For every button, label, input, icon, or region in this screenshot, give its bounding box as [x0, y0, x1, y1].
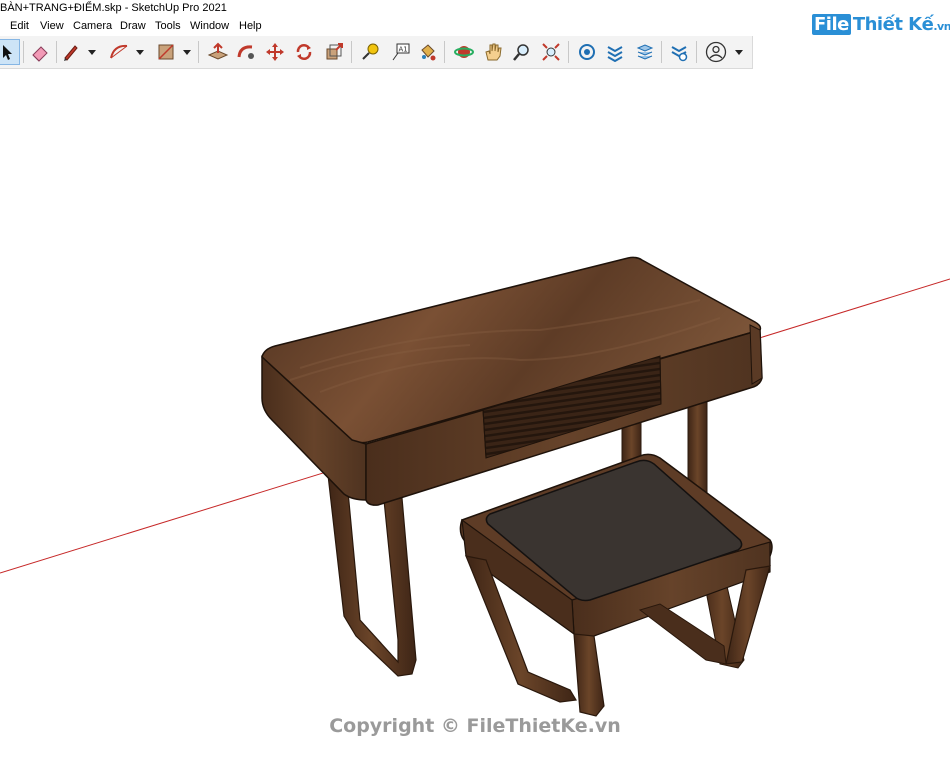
select-tool-button[interactable]: [0, 39, 20, 65]
pencil-icon: [64, 45, 78, 61]
menu-tools[interactable]: Tools: [155, 20, 181, 32]
arrow-cursor-icon: [3, 45, 12, 60]
scale-tool-button[interactable]: [321, 39, 347, 65]
arc-tool-caret[interactable]: [136, 50, 144, 55]
eraser-tool-button[interactable]: [27, 39, 53, 65]
title-bar: BÀN+TRANG+ĐIỂM.skp - SketchUp Pro 2021: [0, 0, 950, 18]
paint-bucket-icon: [421, 44, 436, 61]
zoom-extents-tool-button[interactable]: [538, 39, 564, 65]
move-icon: [266, 43, 284, 61]
zoom-extents-icon: [542, 43, 560, 61]
main-toolbar: A1: [0, 36, 753, 69]
filethietke-logo: File Thiết Kế.vn: [812, 14, 950, 35]
copyright-watermark: Copyright © FileThietKe.vn: [329, 715, 621, 737]
pan-tool-button[interactable]: [480, 39, 506, 65]
stool-leg-front-mid: [573, 633, 605, 717]
push-pull-tool-button[interactable]: [205, 39, 231, 65]
tape-measure-icon: [362, 43, 379, 60]
3d-warehouse-button[interactable]: [574, 39, 600, 65]
shapes-tool-button[interactable]: [153, 39, 179, 65]
rotate-tool-button[interactable]: [291, 39, 317, 65]
move-tool-button[interactable]: [262, 39, 288, 65]
user-account-icon: [705, 41, 727, 63]
menu-view[interactable]: View: [40, 20, 64, 32]
svg-text:A1: A1: [399, 46, 408, 54]
rectangle-icon: [158, 44, 174, 60]
extension-manager-button[interactable]: [666, 39, 692, 65]
shapes-tool-caret[interactable]: [183, 50, 191, 55]
text-tool-button[interactable]: A1: [387, 39, 413, 65]
line-tool-button[interactable]: [58, 39, 84, 65]
desk-right-end: [749, 324, 763, 385]
menu-edit[interactable]: Edit: [10, 20, 29, 32]
scale-icon: [326, 43, 343, 60]
zoom-icon: [513, 44, 529, 61]
menu-draw[interactable]: Draw: [120, 20, 146, 32]
window-title: BÀN+TRANG+ĐIỂM.skp - SketchUp Pro 2021: [0, 2, 227, 14]
extension-warehouse-icon: [607, 46, 623, 62]
paint-bucket-tool-button[interactable]: [415, 39, 441, 65]
rotate-icon: [296, 44, 312, 60]
3d-warehouse-icon: [579, 44, 595, 60]
send-to-layout-button[interactable]: [632, 39, 658, 65]
arc-tool-button[interactable]: [106, 39, 132, 65]
follow-me-tool-button[interactable]: [233, 39, 259, 65]
send-to-layout-icon: [636, 44, 654, 60]
push-pull-icon: [207, 42, 229, 60]
orbit-tool-button[interactable]: [451, 39, 477, 65]
pan-hand-icon: [485, 43, 502, 61]
zoom-tool-button[interactable]: [508, 39, 534, 65]
extension-manager-icon: [671, 46, 688, 62]
user-account-button[interactable]: [703, 39, 729, 65]
text-icon: A1: [392, 43, 410, 61]
eraser-icon: [32, 46, 48, 62]
menu-bar: Edit View Camera Draw Tools Window Help: [0, 19, 950, 35]
menu-camera[interactable]: Camera: [73, 20, 112, 32]
model-viewport[interactable]: [0, 69, 950, 764]
extension-warehouse-button[interactable]: [602, 39, 628, 65]
model-scene: [0, 256, 950, 717]
orbit-icon: [454, 46, 474, 58]
arc-icon: [110, 44, 128, 59]
tape-measure-tool-button[interactable]: [357, 39, 383, 65]
menu-window[interactable]: Window: [190, 20, 229, 32]
line-tool-caret[interactable]: [88, 50, 96, 55]
follow-me-icon: [237, 45, 254, 59]
account-caret[interactable]: [735, 50, 743, 55]
menu-help[interactable]: Help: [239, 20, 262, 32]
